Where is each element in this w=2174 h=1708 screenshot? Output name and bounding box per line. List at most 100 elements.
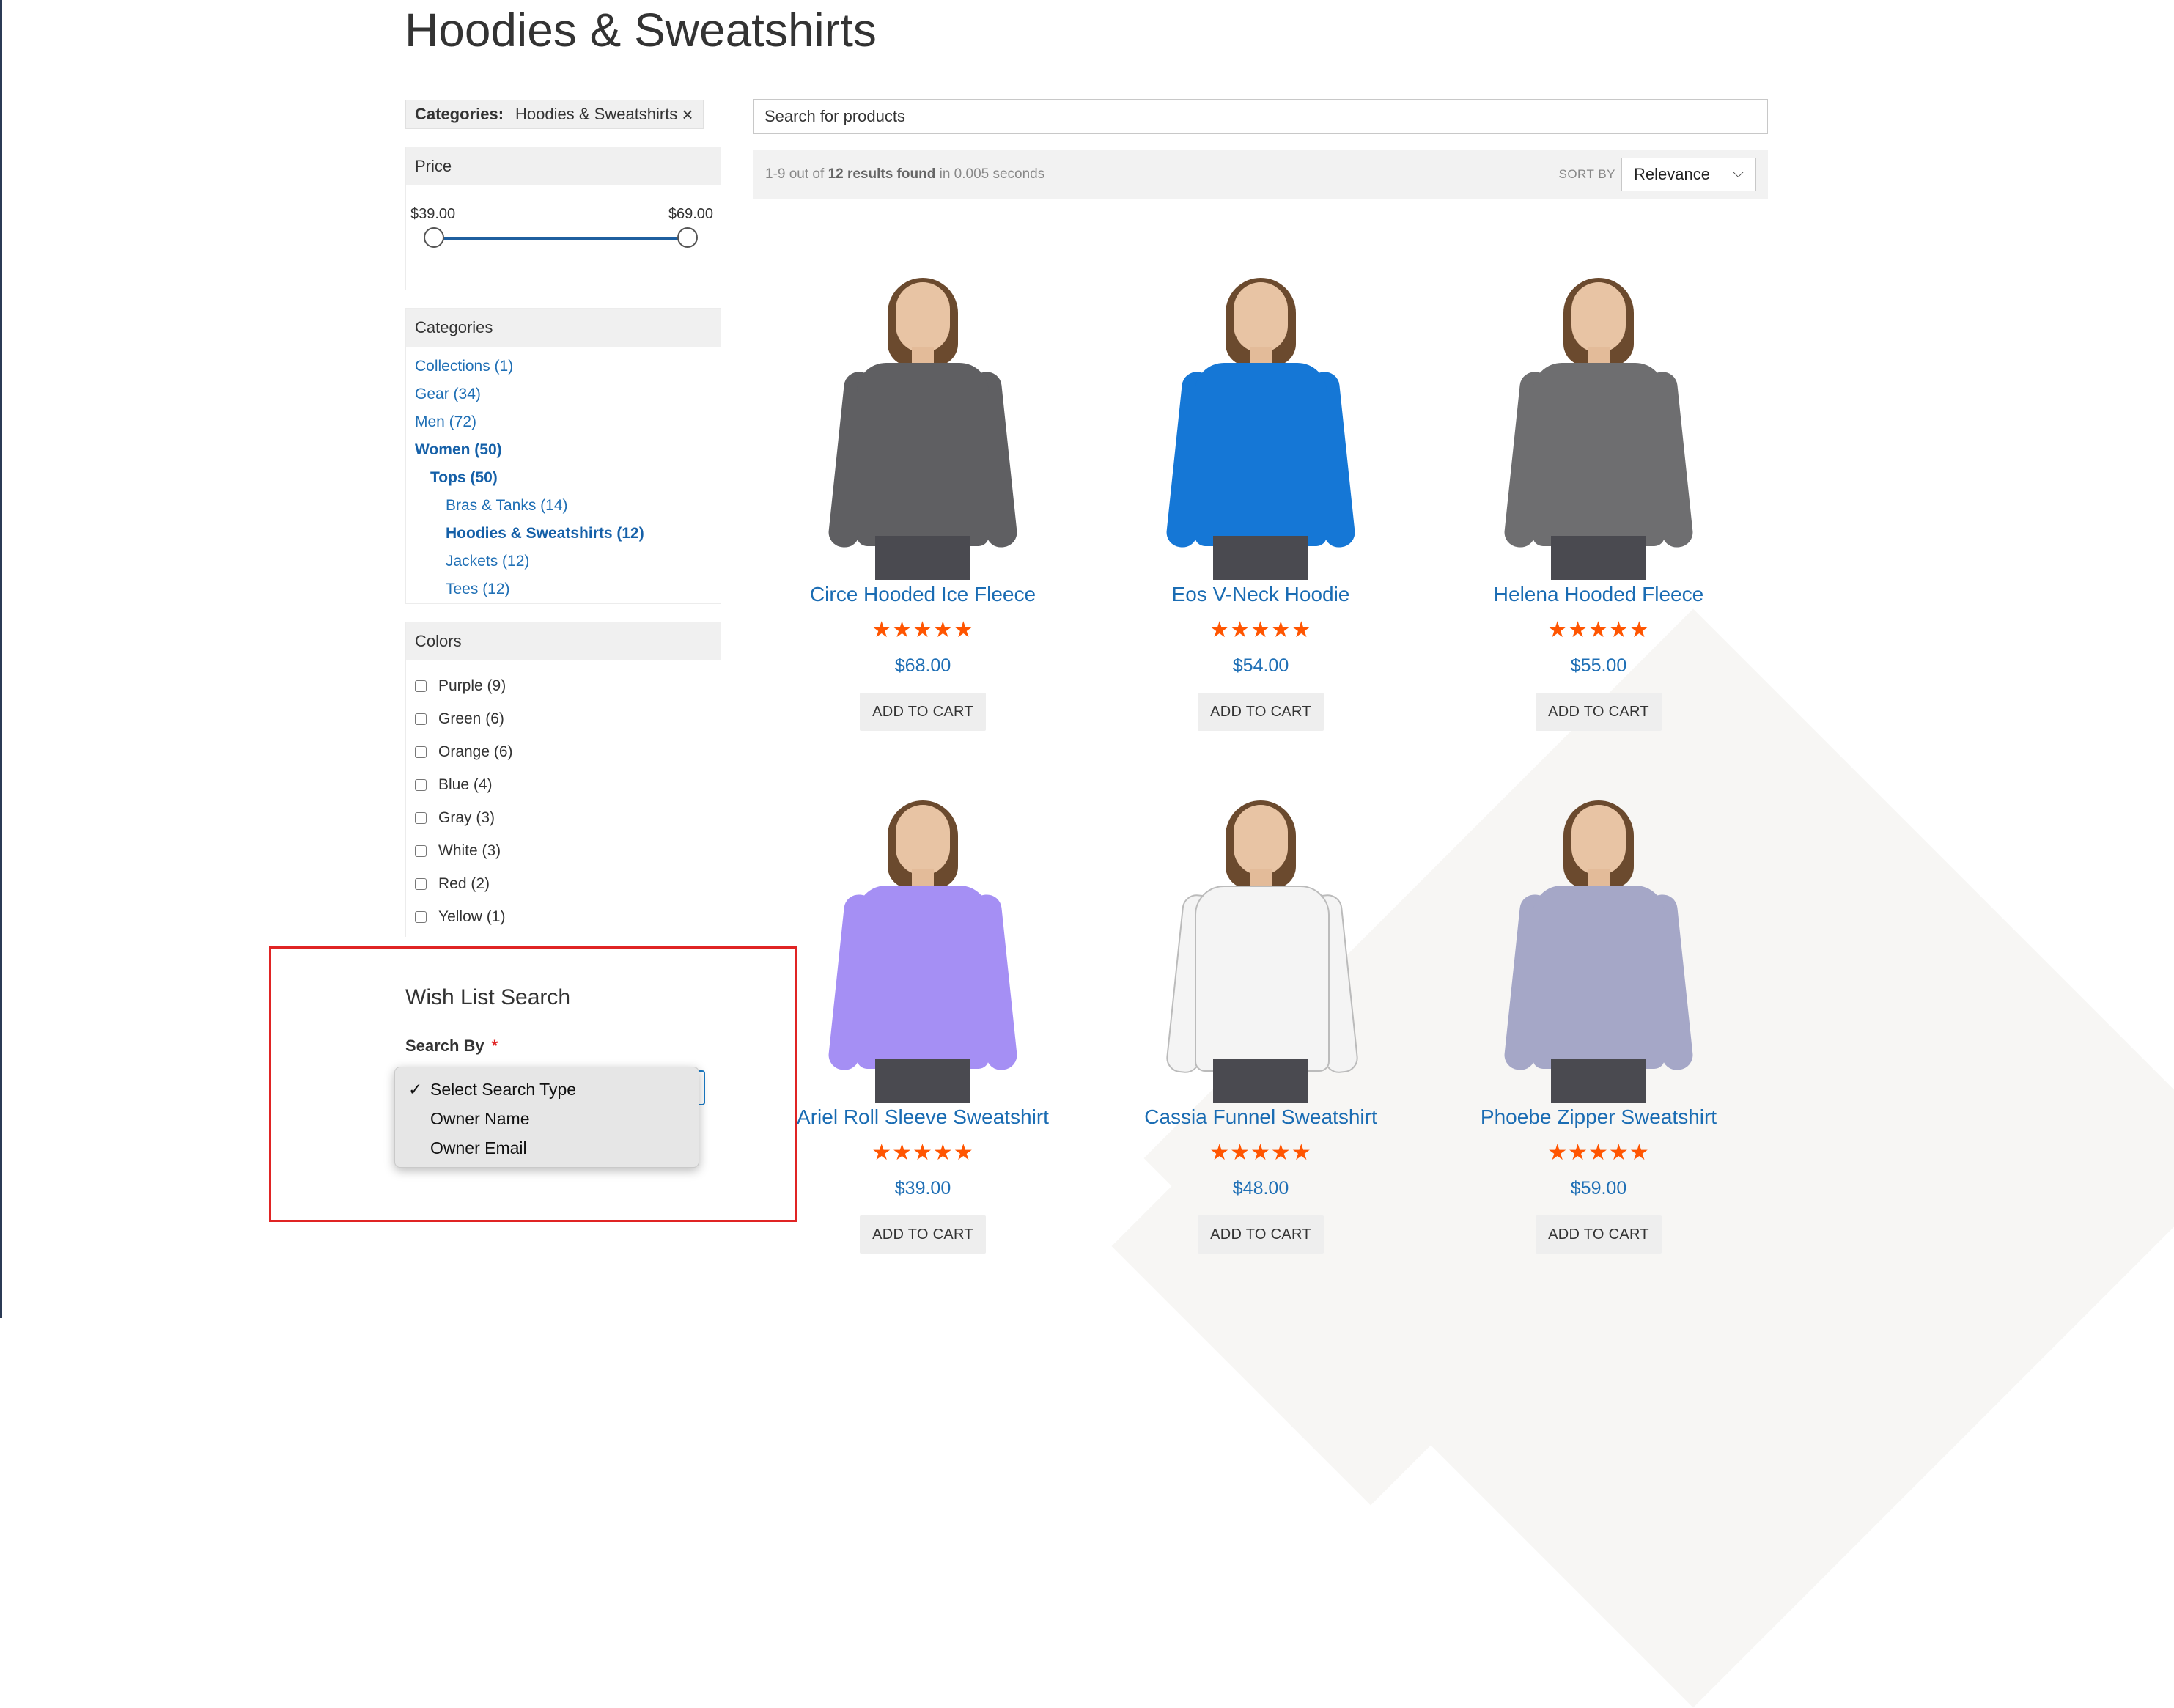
color-label: Gray (3): [438, 809, 495, 826]
categories-heading: Categories: [406, 309, 721, 347]
product-name-link[interactable]: Circe Hooded Ice Fleece: [754, 581, 1091, 608]
category-gear[interactable]: Gear (34): [406, 380, 721, 408]
add-to-cart-button[interactable]: ADD TO CART: [1198, 1215, 1324, 1254]
product-photo-head: [896, 805, 950, 875]
wishlist-search-panel: Wish List Search Search By * ✓ Select Sear…: [269, 946, 797, 1222]
product-photo-torso: [1195, 886, 1330, 1072]
color-label: Yellow (1): [438, 908, 506, 925]
color-option[interactable]: Green (6): [406, 702, 721, 735]
price-slider-min-handle[interactable]: [424, 227, 444, 248]
color-checkbox[interactable]: [415, 713, 427, 725]
price-filter: Price $39.00 $69.00: [405, 147, 721, 290]
color-option[interactable]: White (3): [406, 834, 721, 867]
rating-stars: ★★★★★: [872, 618, 974, 642]
color-option[interactable]: Yellow (1): [406, 900, 721, 933]
results-toolbar: 1-9 out of 12 results found in 0.005 sec…: [753, 150, 1768, 199]
search-by-label: Search By *: [405, 1037, 498, 1055]
add-to-cart-button[interactable]: ADD TO CART: [1536, 693, 1662, 731]
product-photo-legs: [1213, 536, 1308, 580]
product-photo-torso: [1533, 886, 1665, 1069]
product-photo-legs: [875, 536, 970, 580]
option-select-search-type[interactable]: ✓ Select Search Type: [395, 1075, 699, 1104]
category-bras-tanks[interactable]: Bras & Tanks (14): [406, 492, 721, 520]
add-to-cart-button[interactable]: ADD TO CART: [860, 1215, 986, 1254]
product-image[interactable]: [754, 268, 1091, 580]
product-photo-head: [1234, 805, 1288, 875]
category-men[interactable]: Men (72): [406, 408, 721, 436]
product-price: $54.00: [1232, 655, 1289, 676]
sort-select[interactable]: Relevance ⌵: [1621, 158, 1756, 191]
product-card: Phoebe Zipper Sweatshirt ★★★★★ $59.00 AD…: [1430, 790, 1767, 1254]
product-image[interactable]: [1092, 790, 1429, 1103]
product-price: $59.00: [1570, 1178, 1627, 1199]
colors-heading: Colors: [406, 622, 721, 660]
rating-stars: ★★★★★: [872, 1141, 974, 1165]
product-name-link[interactable]: Helena Hooded Fleece: [1430, 581, 1767, 608]
checkmark-icon: ✓: [408, 1080, 423, 1099]
remove-filter-icon[interactable]: ×: [682, 105, 693, 124]
color-option[interactable]: Gray (3): [406, 801, 721, 834]
product-card: Circe Hooded Ice Fleece ★★★★★ $68.00 ADD…: [754, 268, 1091, 731]
option-owner-name[interactable]: Owner Name: [395, 1104, 699, 1133]
color-checkbox[interactable]: [415, 877, 427, 890]
color-option[interactable]: Red (2): [406, 867, 721, 900]
active-filter-value: Hoodies & Sweatshirts: [515, 105, 678, 123]
category-tops[interactable]: Tops (50): [406, 464, 721, 492]
product-name-link[interactable]: Ariel Roll Sleeve Sweatshirt: [754, 1104, 1091, 1130]
product-image[interactable]: [754, 790, 1091, 1103]
product-name-link[interactable]: Cassia Funnel Sweatshirt: [1092, 1104, 1429, 1130]
product-price: $68.00: [894, 655, 951, 676]
product-price: $55.00: [1570, 655, 1627, 676]
rating-stars: ★★★★★: [1547, 618, 1650, 642]
add-to-cart-button[interactable]: ADD TO CART: [860, 693, 986, 731]
product-photo-head: [1234, 282, 1288, 353]
category-hoodies-sweatshirts[interactable]: Hoodies & Sweatshirts (12): [406, 520, 721, 548]
category-collections[interactable]: Collections (1): [406, 353, 721, 380]
product-card: Eos V-Neck Hoodie ★★★★★ $54.00 ADD TO CA…: [1092, 268, 1429, 731]
color-checkbox[interactable]: [415, 680, 427, 692]
color-label: White (3): [438, 842, 501, 859]
color-checkbox[interactable]: [415, 746, 427, 758]
product-photo-head: [1571, 805, 1626, 875]
color-checkbox[interactable]: [415, 844, 427, 857]
price-slider-track[interactable]: [434, 237, 689, 240]
product-image[interactable]: [1430, 268, 1767, 580]
add-to-cart-button[interactable]: ADD TO CART: [1198, 693, 1324, 731]
category-tees[interactable]: Tees (12): [406, 575, 721, 603]
product-photo-torso: [857, 886, 989, 1069]
window-edge: [0, 0, 2, 1318]
product-photo-head: [1571, 282, 1626, 353]
category-women[interactable]: Women (50): [406, 436, 721, 464]
product-price: $48.00: [1232, 1178, 1289, 1199]
categories-filter: Categories Collections (1) Gear (34) Men…: [405, 308, 721, 604]
option-owner-email[interactable]: Owner Email: [395, 1133, 699, 1163]
price-heading: Price: [406, 147, 721, 185]
product-image[interactable]: [1430, 790, 1767, 1103]
color-checkbox[interactable]: [415, 811, 427, 824]
active-filter-label: Categories:: [415, 105, 504, 123]
color-label: Green (6): [438, 710, 504, 727]
add-to-cart-button[interactable]: ADD TO CART: [1536, 1215, 1662, 1254]
results-count: 1-9 out of 12 results found in 0.005 sec…: [765, 166, 1045, 182]
rating-stars: ★★★★★: [1547, 1141, 1650, 1165]
color-checkbox[interactable]: [415, 910, 427, 923]
category-jackets[interactable]: Jackets (12): [406, 548, 721, 575]
color-option[interactable]: Blue (4): [406, 768, 721, 801]
product-name-link[interactable]: Eos V-Neck Hoodie: [1092, 581, 1429, 608]
rating-stars: ★★★★★: [1209, 618, 1312, 642]
color-option[interactable]: Purple (9): [406, 669, 721, 702]
color-option[interactable]: Orange (6): [406, 735, 721, 768]
product-search-input[interactable]: [753, 99, 1768, 134]
product-price: $39.00: [894, 1178, 951, 1199]
required-marker: *: [491, 1037, 498, 1055]
color-checkbox[interactable]: [415, 778, 427, 791]
product-image[interactable]: [1092, 268, 1429, 580]
color-label: Orange (6): [438, 743, 513, 760]
price-slider-max-handle[interactable]: [677, 227, 698, 248]
chevron-down-icon: ⌵: [1732, 165, 1744, 181]
product-name-link[interactable]: Phoebe Zipper Sweatshirt: [1430, 1104, 1767, 1130]
product-photo-legs: [1551, 1059, 1646, 1103]
wishlist-search-title: Wish List Search: [405, 985, 571, 1009]
product-photo-head: [896, 282, 950, 353]
price-min: $39.00: [410, 206, 456, 222]
